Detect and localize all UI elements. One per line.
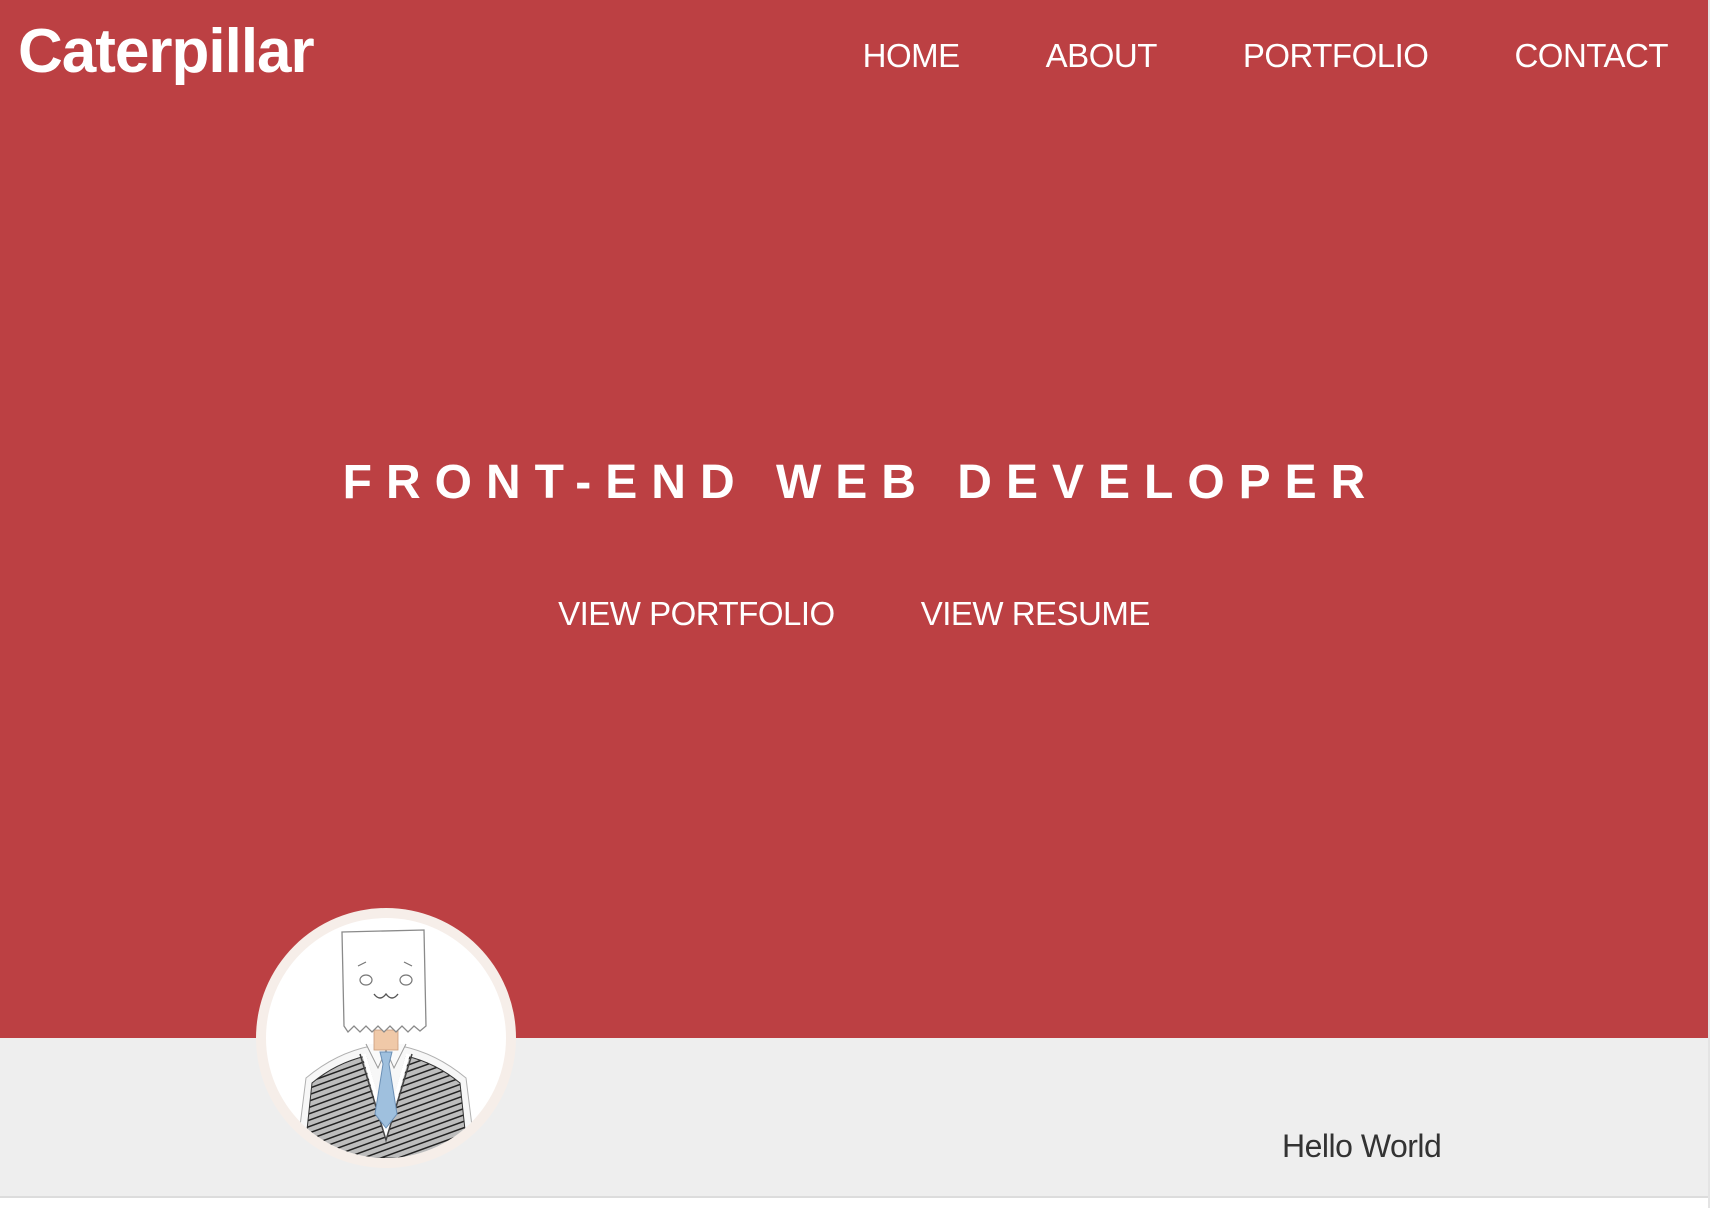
about-section xyxy=(0,1038,1708,1198)
hero-actions: VIEW PORTFOLIO VIEW RESUME xyxy=(0,592,1708,636)
hero-section: Caterpillar HOME ABOUT PORTFOLIO CONTACT… xyxy=(0,0,1708,1038)
view-resume-link[interactable]: VIEW RESUME xyxy=(921,592,1151,636)
site-logo[interactable]: Caterpillar xyxy=(18,17,315,86)
nav-about-link[interactable]: ABOUT xyxy=(1046,36,1158,76)
hero-tagline: FRONT-END WEB DEVELOPER xyxy=(342,456,1380,509)
avatar xyxy=(256,908,516,1168)
page: Caterpillar HOME ABOUT PORTFOLIO CONTACT… xyxy=(0,0,1710,1208)
view-portfolio-link[interactable]: VIEW PORTFOLIO xyxy=(558,592,835,636)
greeting-text: Hello World xyxy=(1282,1128,1442,1164)
paper-bag-head-character-icon xyxy=(266,918,506,1158)
nav-portfolio-link[interactable]: PORTFOLIO xyxy=(1243,36,1429,76)
nav-home-link[interactable]: HOME xyxy=(863,36,961,76)
main-nav: HOME ABOUT PORTFOLIO CONTACT xyxy=(777,36,1669,76)
nav-contact-link[interactable]: CONTACT xyxy=(1514,36,1668,76)
